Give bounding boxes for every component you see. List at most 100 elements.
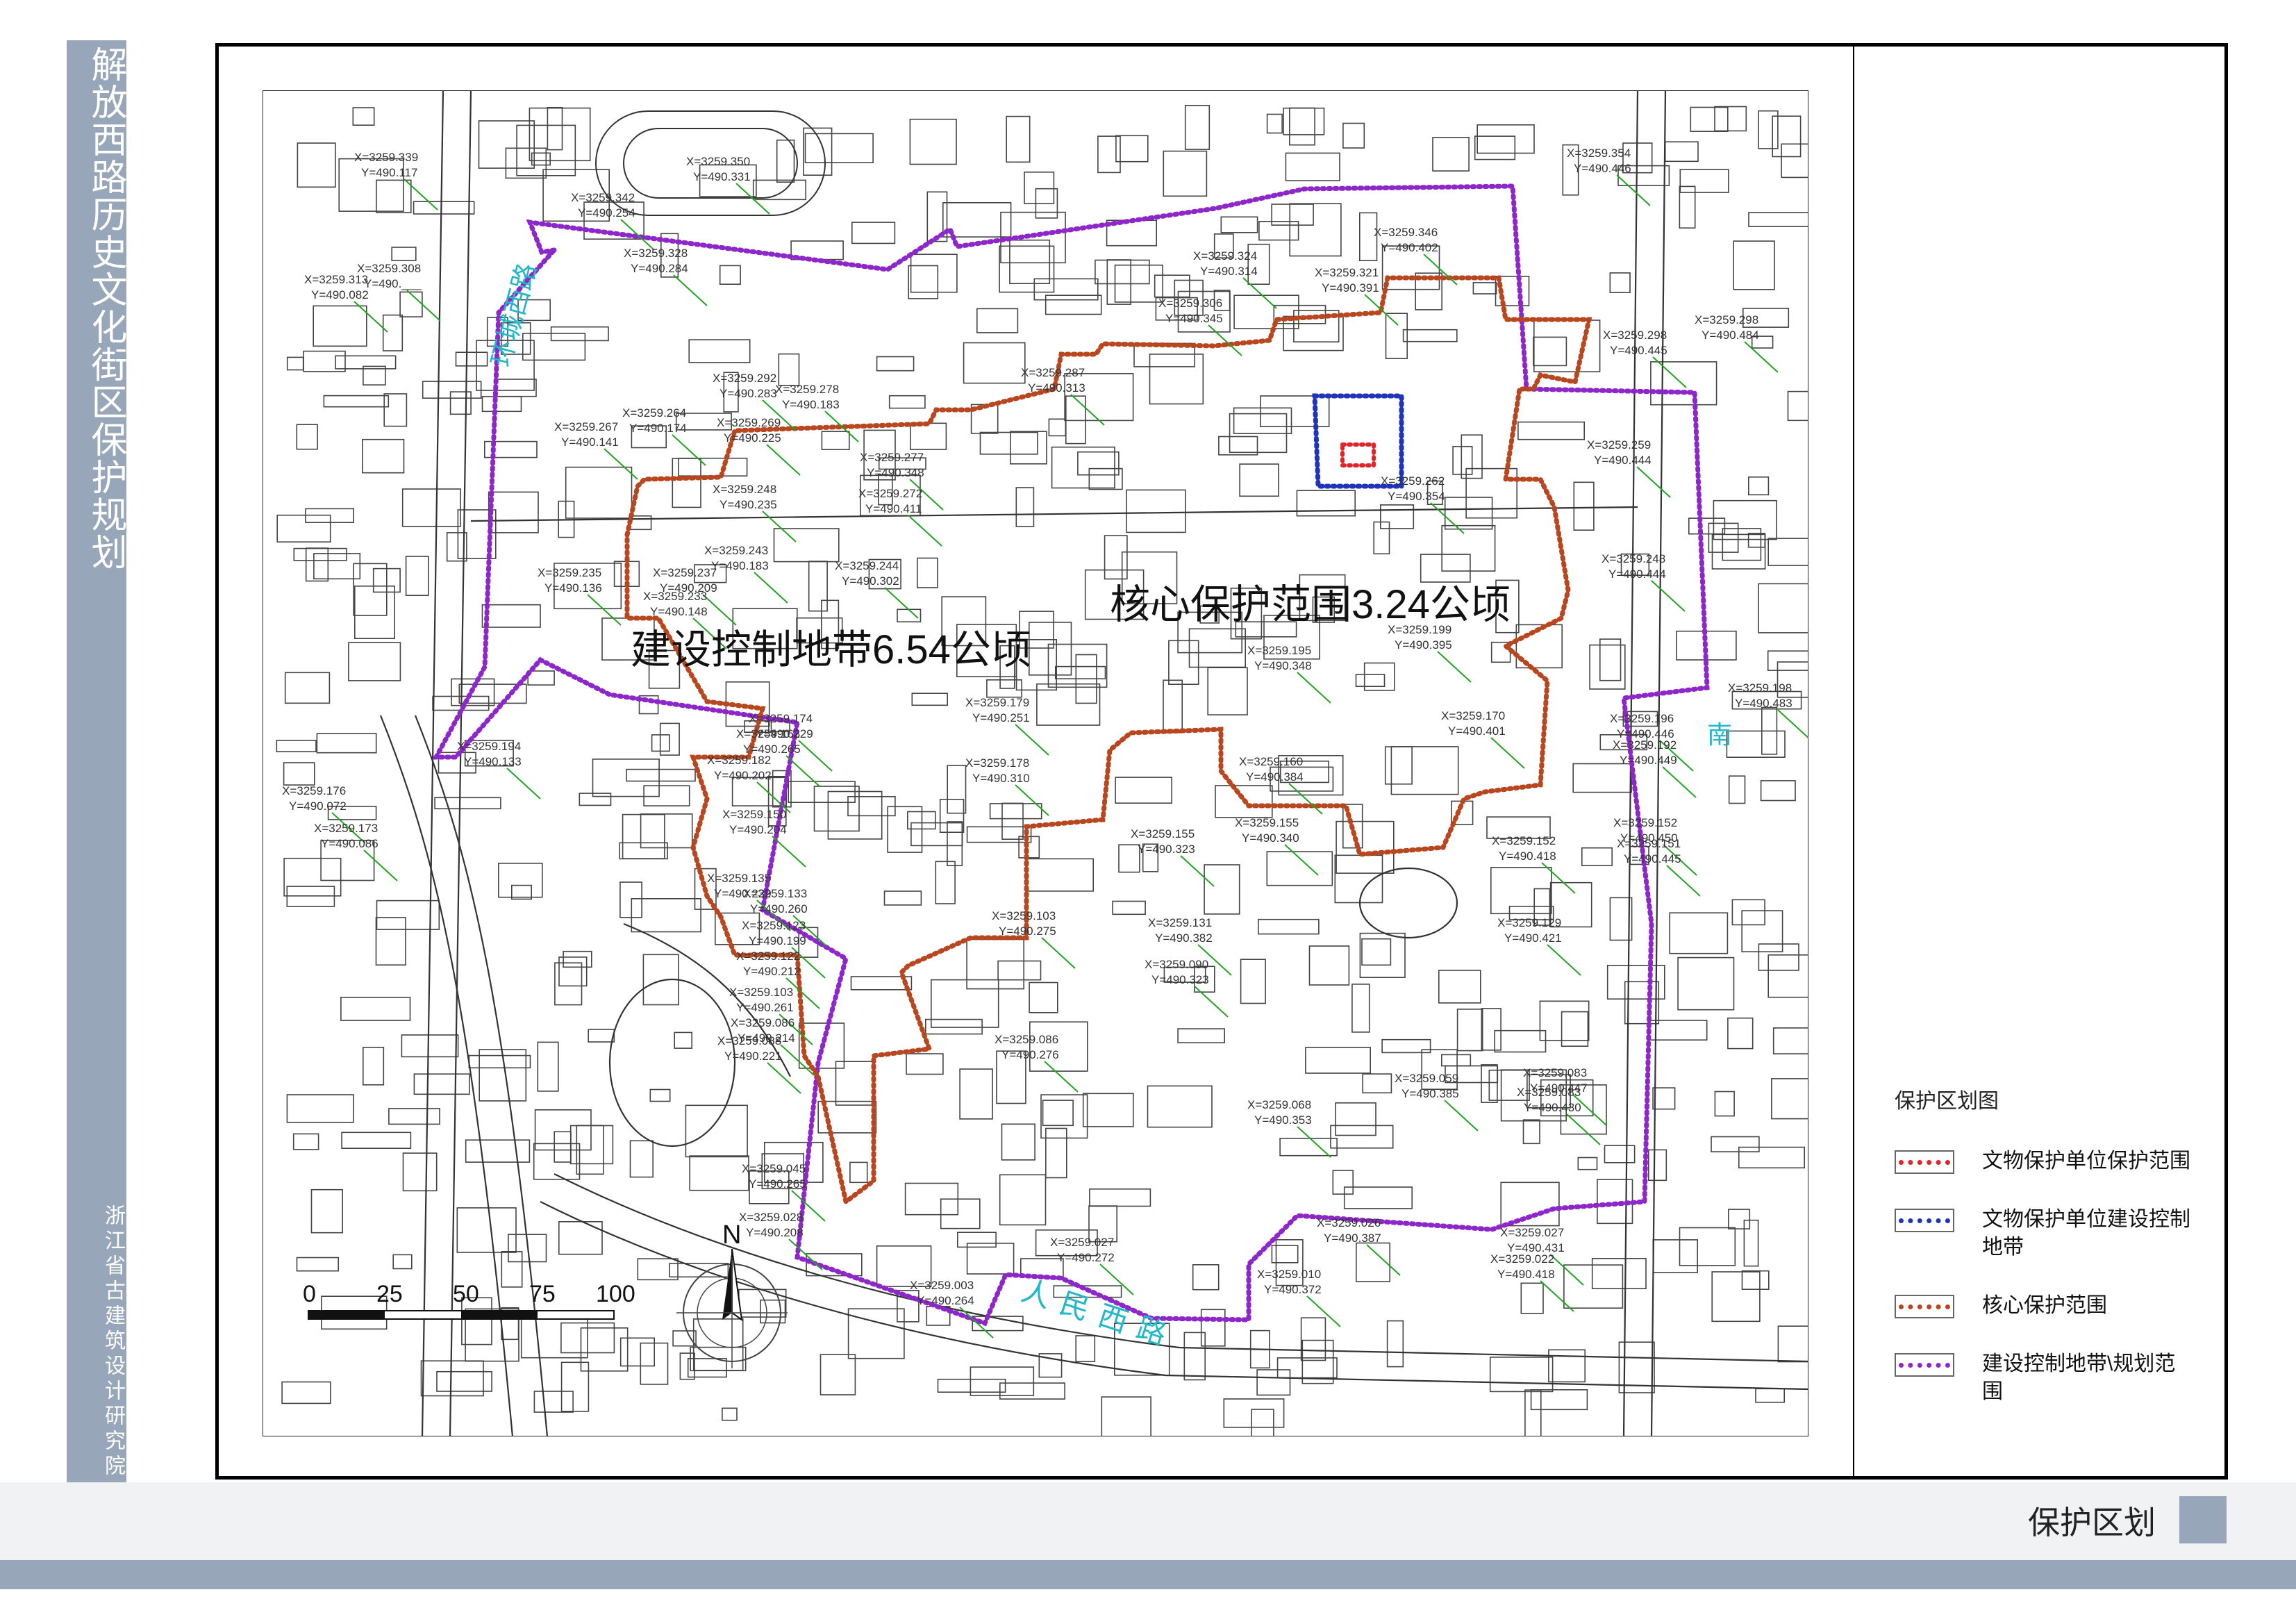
control-area-label: 建设控制地带6.54公顷 [631,627,1031,672]
coordinate-x: X=3259.354 [1567,147,1631,160]
footer-band [0,1482,2296,1560]
coordinate-x: X=3259.179 [965,696,1029,709]
legend-swatch [1895,1209,1954,1232]
coordinate-x: X=3259.342 [571,191,635,204]
coordinate-x: X=3259.083 [1517,1086,1581,1099]
coordinate-y: Y=490.418 [1499,850,1556,863]
coordinate-y: Y=490.141 [561,436,619,449]
legend-swatch [1895,1353,1954,1377]
coordinate-y: Y=490.445 [1624,852,1681,865]
coordinate-y: Y=490.382 [1155,931,1213,945]
legend-title: 保护区划图 [1895,1090,1999,1113]
coordinate-x: X=3259.163 [736,727,800,740]
coordinate-x: X=3259.198 [1728,681,1792,695]
coordinate-x: X=3259.152 [1613,816,1677,829]
scale-segment [308,1311,385,1319]
coordinate-y: Y=490.446 [1574,162,1631,175]
coordinate-x: X=3259.160 [1239,755,1303,768]
coordinate-y: Y=490.136 [544,581,602,595]
legend-item-control-zone: 建设控制地带\规划范围 [1895,1350,2221,1406]
coordinate-y: Y=490.276 [1001,1048,1059,1061]
coordinate-x: X=3259.259 [1587,438,1651,451]
coordinate-x: X=3259.086 [731,1016,795,1029]
coordinate-y: Y=490.402 [1381,241,1438,254]
legend-swatch [1895,1295,1954,1318]
coordinate-y: Y=490.430 [1524,1101,1581,1114]
coordinate-x: X=3259.135 [707,872,771,885]
coordinate-y: Y=490.284 [631,262,688,275]
coordinate-x: X=3259.090 [1145,958,1208,971]
coordinate-y: Y=490.418 [1497,1268,1555,1281]
coordinate-x: X=3259.243 [704,544,768,557]
bottom-bar [0,1560,2296,1589]
coordinate-x: X=3259.083 [1523,1066,1587,1079]
scale-tick-25: 25 [376,1281,403,1307]
coordinate-x: X=3259.003 [910,1279,974,1292]
coordinate-y: Y=490.385 [1401,1087,1459,1100]
coordinate-x: X=3259.010 [1257,1268,1321,1281]
coordinate-y: Y=490.264 [917,1294,974,1307]
coordinate-y: Y=490.444 [1608,567,1666,581]
coordinate-x: X=3259.103 [992,909,1056,922]
coordinate-y: Y=490.133 [464,755,522,768]
coordinate-y: Y=490.275 [999,925,1056,938]
coordinate-y: Y=490.340 [1242,831,1299,845]
coordinate-x: X=3259.176 [282,784,346,797]
coordinate-y: Y=490.372 [1264,1283,1322,1296]
project-title: 解放西路历史文化街区保护规划 [85,46,126,571]
coordinate-x: X=3259.306 [1158,297,1222,310]
coordinate-y: Y=490.148 [650,605,708,618]
coordinate-x: X=3259.321 [1315,266,1379,279]
coordinate-y: Y=490.323 [1151,973,1209,986]
coordinate-y: Y=490.395 [1395,638,1452,652]
coordinate-x: X=3259.129 [1497,916,1561,929]
coordinate-y: Y=490.444 [1594,454,1652,467]
coordinate-x: X=3259.103 [729,986,793,999]
coordinate-y: Y=490.082 [311,288,369,301]
coordinate-x: X=3259.178 [965,756,1029,770]
coordinate-x: X=3259.151 [1617,837,1681,850]
coordinate-x: X=3259.194 [457,740,521,753]
coordinate-x: X=3259.026 [1317,1216,1381,1229]
scale-tick-0: 0 [303,1281,316,1307]
legend-swatch-line [1899,1362,1950,1368]
legend: 保护区划图 文物保护单位保护范围 文物保护单位建设控制地带 核心保护范围 建设控… [1895,1084,2221,1436]
legend-label: 文物保护单位保护范围 [1982,1150,2190,1173]
coordinate-y: Y=490.310 [972,772,1030,785]
coordinate-y: Y=490.348 [867,466,924,479]
map-canvas[interactable]: X=3259.339 Y=490.117 X=3259.342 Y=490.254 X=… [263,90,1808,1436]
coordinate-y: Y=490.235 [719,498,777,511]
coordinate-y: Y=490.345 [1165,312,1223,325]
street-label-south: 南 [1707,720,1732,749]
coordinate-x: X=3259.267 [554,420,618,433]
coordinate-y: Y=490.411 [865,502,922,515]
coordinate-y: Y=490.323 [1138,843,1195,856]
legend-label: 核心保护范围 [1982,1294,2107,1317]
coordinate-y: Y=490.353 [1254,1113,1312,1127]
coordinate-x: X=3259.287 [1021,366,1085,379]
coordinate-y: Y=490.449 [1620,754,1677,767]
coordinate-y: Y=490.391 [1322,281,1379,295]
coordinate-x: X=3259.027 [1500,1226,1564,1239]
coordinate-y: Y=490.354 [1388,490,1445,503]
coordinate-y: Y=490.204 [729,823,787,836]
coordinate-x: X=3259.155 [1235,816,1299,829]
coordinate-x: X=3259.182 [707,754,771,767]
coordinate-y: Y=490.484 [1702,329,1759,342]
coordinate-y: Y=490.183 [782,398,840,411]
coordinate-y: Y=490.331 [693,170,751,183]
coordinate-y: Y=490.208 [746,1226,804,1239]
coordinate-x: X=3259.264 [622,406,686,420]
coordinate-y: Y=490.183 [711,559,769,572]
coordinate-y: Y=490.212 [743,965,801,978]
coordinate-x: X=3259.068 [1247,1098,1311,1111]
coordinate-x: X=3259.277 [860,451,924,464]
coordinate-y: Y=490.387 [1324,1232,1381,1245]
coordinate-y: Y=490.272 [1057,1251,1115,1264]
coordinate-x: X=3259.150 [722,808,786,821]
legend-label: 文物保护单位建设控制地带 [1982,1208,2190,1259]
coordinate-x: X=3259.195 [1247,644,1311,657]
legend-item-relic-protection: 文物保护单位保护范围 [1895,1147,2221,1175]
coordinate-x: X=3259.170 [1441,709,1505,722]
coordinate-x: X=3259.269 [717,416,781,429]
